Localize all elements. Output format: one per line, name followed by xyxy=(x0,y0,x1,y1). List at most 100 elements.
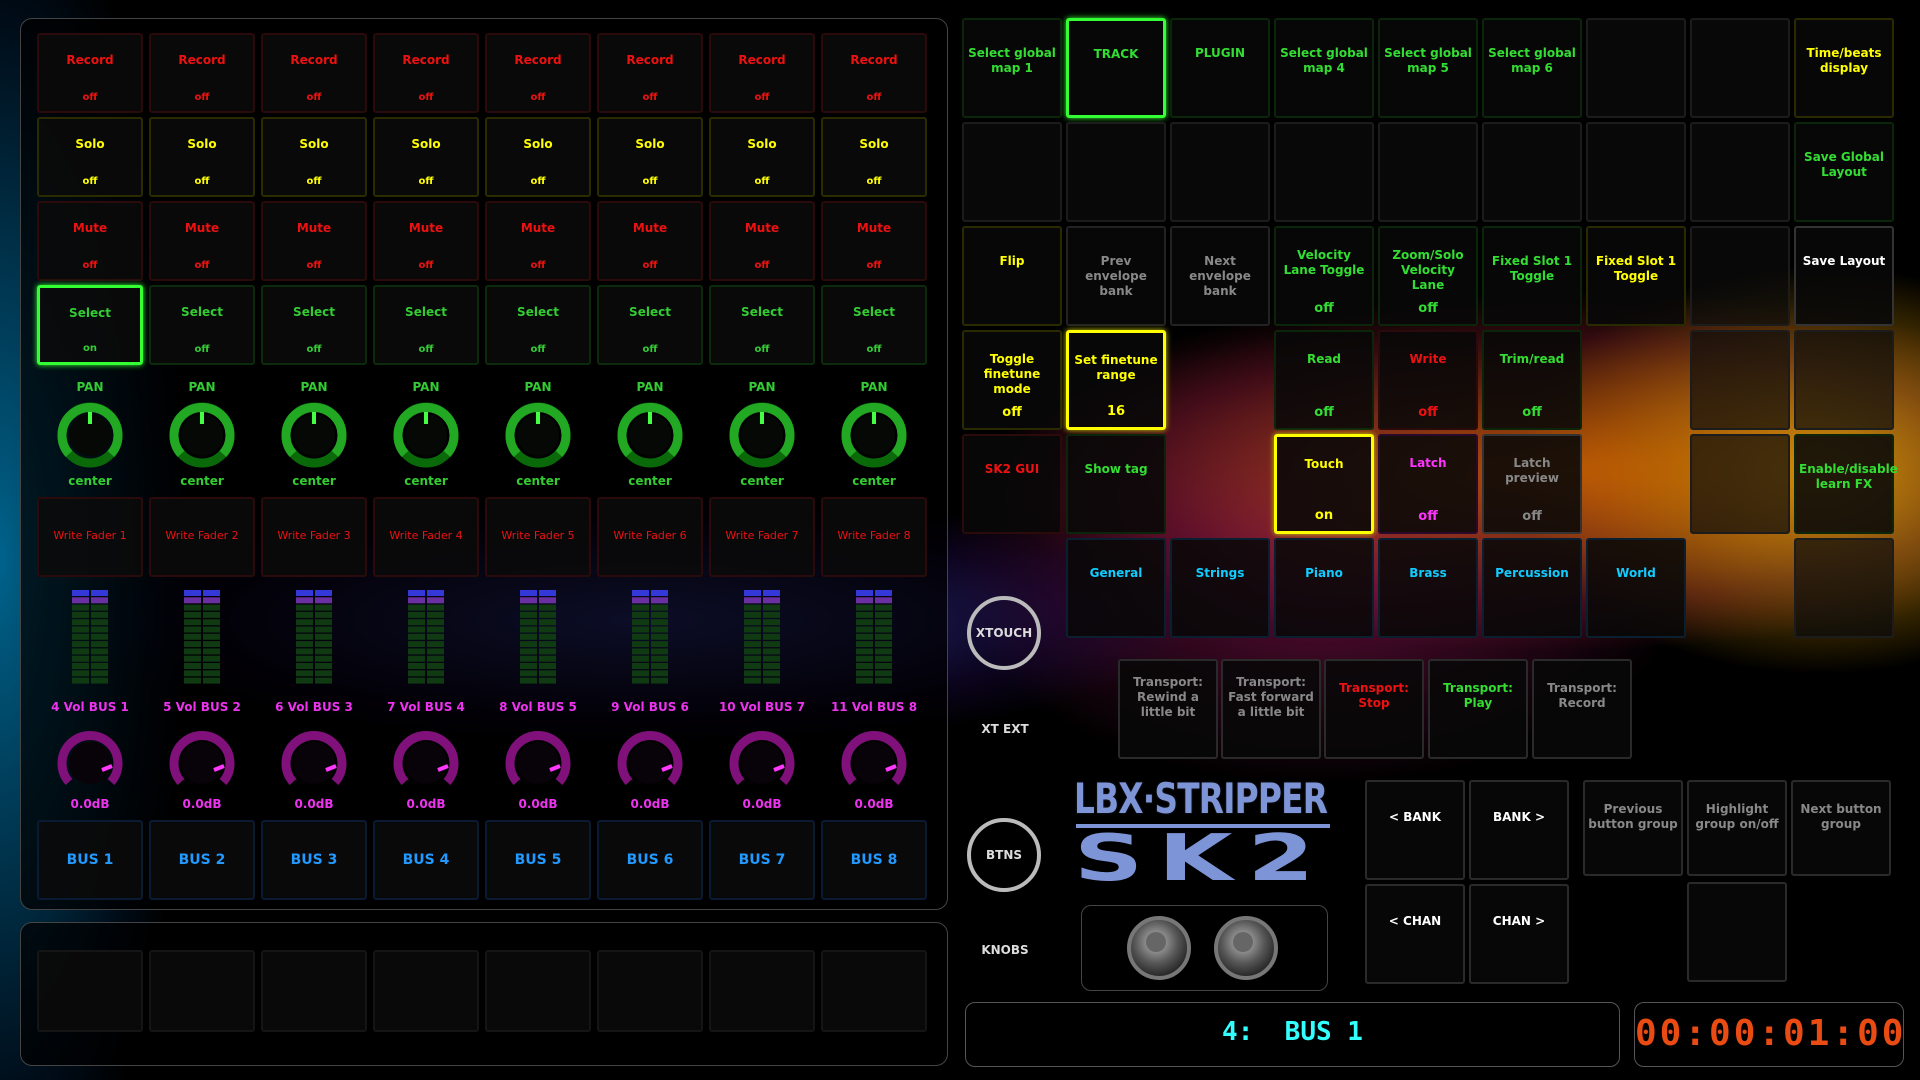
solo-button[interactable]: Solo off xyxy=(597,117,703,197)
grid-row3-b7-button[interactable]: Fixed Slot 1 Toggle xyxy=(1586,226,1686,326)
bus-button[interactable]: BUS 3 xyxy=(261,820,367,900)
grid-row1-b1-button[interactable]: Select global map 1 xyxy=(962,18,1062,118)
empty-button[interactable] xyxy=(821,950,927,1032)
mute-button[interactable]: Mute off xyxy=(821,201,927,281)
grid-row5-b1-button[interactable]: SK2 GUI xyxy=(962,434,1062,534)
grid-row1-b9-button[interactable]: Time/beats display xyxy=(1794,18,1894,118)
write-fader-button[interactable]: Write Fader 1 xyxy=(37,497,143,577)
solo-button[interactable]: Solo off xyxy=(37,117,143,197)
grid-row4-b4-button[interactable]: Read off xyxy=(1274,330,1374,430)
bus-button[interactable]: BUS 5 xyxy=(485,820,591,900)
volume-knob[interactable] xyxy=(617,730,683,796)
pan-knob[interactable] xyxy=(393,402,459,468)
bank-right-button[interactable]: BANK > xyxy=(1469,780,1569,880)
grid-row5-b9-button[interactable]: Enable/disable learn FX xyxy=(1794,434,1898,534)
volume-knob[interactable] xyxy=(281,730,347,796)
volume-knob[interactable] xyxy=(169,730,235,796)
empty-grid-button[interactable] xyxy=(1690,330,1790,430)
select-button[interactable]: Select on xyxy=(37,285,143,365)
select-button[interactable]: Select off xyxy=(149,285,255,365)
pan-knob[interactable] xyxy=(617,402,683,468)
solo-button[interactable]: Solo off xyxy=(373,117,479,197)
grid-row6-b4-button[interactable]: Piano xyxy=(1274,538,1374,638)
empty-grid-button[interactable] xyxy=(1170,122,1270,222)
empty-button[interactable] xyxy=(261,950,367,1032)
mute-button[interactable]: Mute off xyxy=(149,201,255,281)
write-fader-button[interactable]: Write Fader 6 xyxy=(597,497,703,577)
empty-grid-button[interactable] xyxy=(962,122,1062,222)
select-button[interactable]: Select off xyxy=(373,285,479,365)
empty-grid-button[interactable] xyxy=(1690,226,1790,326)
xtext-mode-button[interactable]: XT EXT xyxy=(965,722,1045,736)
volume-knob[interactable] xyxy=(505,730,571,796)
empty-grid-button[interactable] xyxy=(1690,18,1790,118)
solo-button[interactable]: Solo off xyxy=(709,117,815,197)
empty-button[interactable] xyxy=(485,950,591,1032)
mute-button[interactable]: Mute off xyxy=(261,201,367,281)
solo-button[interactable]: Solo off xyxy=(261,117,367,197)
grid-row4-b2-button[interactable]: Set finetune range 16 xyxy=(1066,330,1166,430)
grid-row3-b1-button[interactable]: Flip xyxy=(962,226,1062,326)
pan-knob[interactable] xyxy=(57,402,123,468)
grid-row5-b6-button[interactable]: Latch preview off xyxy=(1482,434,1582,534)
jog-wheels-icon[interactable] xyxy=(1082,906,1327,990)
mute-button[interactable]: Mute off xyxy=(485,201,591,281)
bus-button[interactable]: BUS 8 xyxy=(821,820,927,900)
grid-row5-b5-button[interactable]: Latch off xyxy=(1378,434,1478,534)
solo-button[interactable]: Solo off xyxy=(149,117,255,197)
xtouch-mode-button[interactable]: XTOUCH xyxy=(967,596,1041,670)
grid-row6-b3-button[interactable]: Strings xyxy=(1170,538,1270,638)
pan-knob[interactable] xyxy=(281,402,347,468)
solo-button[interactable]: Solo off xyxy=(821,117,927,197)
grid-row3-b4-button[interactable]: Velocity Lane Toggle off xyxy=(1274,226,1374,326)
grid-row3-b3-button[interactable]: Next envelope bank xyxy=(1170,226,1270,326)
write-fader-button[interactable]: Write Fader 3 xyxy=(261,497,367,577)
volume-knob[interactable] xyxy=(393,730,459,796)
record-button[interactable]: Record off xyxy=(149,33,255,113)
mute-button[interactable]: Mute off xyxy=(373,201,479,281)
select-button[interactable]: Select off xyxy=(485,285,591,365)
bus-button[interactable]: BUS 6 xyxy=(597,820,703,900)
volume-knob[interactable] xyxy=(841,730,907,796)
pan-knob[interactable] xyxy=(729,402,795,468)
bus-button[interactable]: BUS 1 xyxy=(37,820,143,900)
chan-left-button[interactable]: < CHAN xyxy=(1365,884,1465,984)
pan-knob[interactable] xyxy=(169,402,235,468)
empty-grid-button[interactable] xyxy=(1690,434,1790,534)
grid-row5-b4-button[interactable]: Touch on xyxy=(1274,434,1374,534)
mute-button[interactable]: Mute off xyxy=(37,201,143,281)
record-button[interactable]: Record off xyxy=(37,33,143,113)
write-fader-button[interactable]: Write Fader 5 xyxy=(485,497,591,577)
grid-row6-b5-button[interactable]: Brass xyxy=(1378,538,1478,638)
record-button[interactable]: Record off xyxy=(821,33,927,113)
select-button[interactable]: Select off xyxy=(597,285,703,365)
record-button[interactable]: Record off xyxy=(485,33,591,113)
empty-grid-button[interactable] xyxy=(1274,122,1374,222)
bank-left-button[interactable]: < BANK xyxy=(1365,780,1465,880)
grid-row5-b2-button[interactable]: Show tag xyxy=(1066,434,1166,534)
grid-row4-b5-button[interactable]: Write off xyxy=(1378,330,1478,430)
mute-button[interactable]: Mute off xyxy=(709,201,815,281)
empty-grid-button[interactable] xyxy=(1378,122,1478,222)
empty-slot[interactable] xyxy=(1687,882,1787,982)
empty-button[interactable] xyxy=(373,950,479,1032)
volume-knob[interactable] xyxy=(57,730,123,796)
write-fader-button[interactable]: Write Fader 8 xyxy=(821,497,927,577)
empty-grid-button[interactable] xyxy=(1794,538,1894,638)
write-fader-button[interactable]: Write Fader 4 xyxy=(373,497,479,577)
grid-row6-b6-button[interactable]: Percussion xyxy=(1482,538,1582,638)
bus-button[interactable]: BUS 7 xyxy=(709,820,815,900)
solo-button[interactable]: Solo off xyxy=(485,117,591,197)
highlight-group-button[interactable]: Highlight group on/off xyxy=(1687,780,1787,876)
grid-row1-b5-button[interactable]: Select global map 5 xyxy=(1378,18,1478,118)
empty-button[interactable] xyxy=(149,950,255,1032)
knobs-mode-button[interactable]: KNOBS xyxy=(965,943,1045,957)
empty-grid-button[interactable] xyxy=(1482,122,1582,222)
empty-grid-button[interactable] xyxy=(1794,330,1894,430)
bus-button[interactable]: BUS 4 xyxy=(373,820,479,900)
grid-row2-b9-button[interactable]: Save Global Layout xyxy=(1794,122,1894,222)
transport-rewind-button[interactable]: Transport: Rewind a little bit xyxy=(1118,659,1218,759)
chan-right-button[interactable]: CHAN > xyxy=(1469,884,1569,984)
grid-row4-b1-button[interactable]: Toggle finetune mode off xyxy=(962,330,1062,430)
bus-button[interactable]: BUS 2 xyxy=(149,820,255,900)
